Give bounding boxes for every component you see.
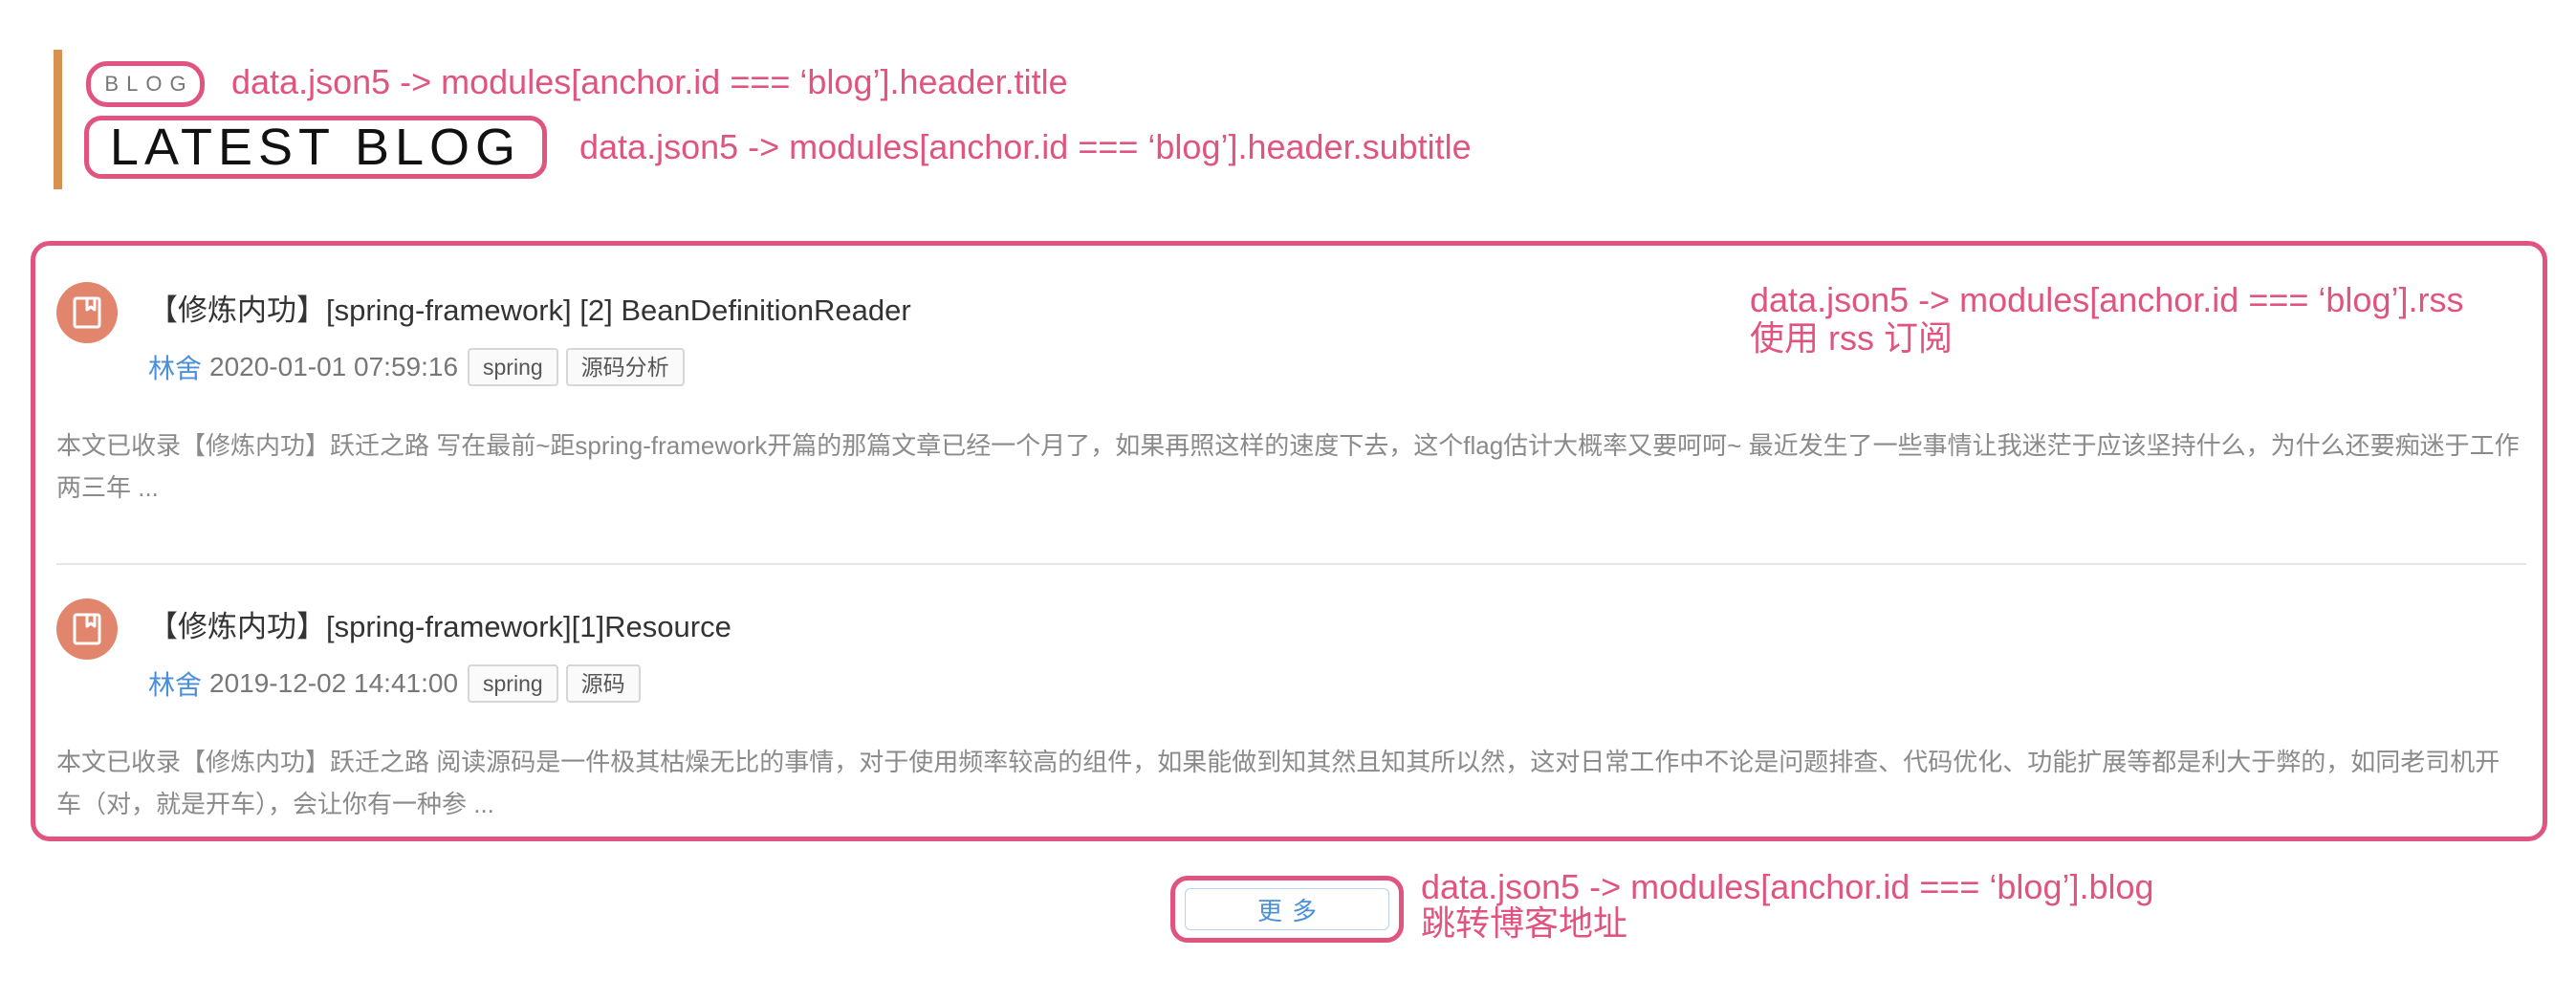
- post-tag[interactable]: 源码: [565, 664, 641, 703]
- more-button[interactable]: 更多: [1185, 888, 1389, 930]
- post-date: 2019-12-02 14:41:00: [209, 668, 459, 698]
- post-date: 2020-01-01 07:59:16: [209, 352, 459, 381]
- bookmark-glyph: [73, 613, 101, 645]
- post-meta: 林舍 2019-12-02 14:41:00 spring 源码: [148, 663, 641, 704]
- annotation-rss-note: 使用 rss 订阅: [1750, 318, 1953, 358]
- post-tag[interactable]: spring: [468, 664, 558, 703]
- annotation-title: data.json5 -> modules[anchor.id === ‘blo…: [579, 127, 1472, 166]
- section-kicker: BLOG: [104, 72, 194, 96]
- post-meta: 林舍 2020-01-01 07:59:16 spring 源码分析: [148, 347, 685, 387]
- post-excerpt: 本文已收录【修炼内功】跃迁之路 写在最前~距spring-framework开篇…: [56, 431, 2520, 502]
- post-title-link[interactable]: 【修炼内功】[spring-framework] [2] BeanDefinit…: [148, 286, 911, 329]
- post-title-link[interactable]: 【修炼内功】[spring-framework][1]Resource: [148, 602, 731, 645]
- more-button-highlight: 更多: [1170, 876, 1404, 943]
- section-accent-bar: [54, 50, 62, 189]
- annotation-rss: data.json5 -> modules[anchor.id === ‘blo…: [1750, 280, 2464, 319]
- section-kicker-highlight: BLOG: [86, 61, 205, 107]
- post-tag[interactable]: spring: [468, 348, 558, 386]
- blog-posts-list: 【修炼内功】[spring-framework] [2] BeanDefinit…: [31, 241, 2547, 841]
- section-title: LATEST BLOG: [109, 119, 522, 176]
- annotation-more-note: 跳转博客地址: [1421, 903, 1628, 943]
- annotation-kicker: data.json5 -> modules[anchor.id === ‘blo…: [231, 62, 1068, 101]
- post-author-link[interactable]: 林舍: [148, 348, 202, 386]
- post-tag[interactable]: 源码分析: [565, 348, 685, 386]
- list-item: 【修炼内功】[spring-framework][1]Resource 林舍 2…: [35, 564, 2543, 880]
- annotation-more: data.json5 -> modules[anchor.id === ‘blo…: [1421, 867, 2154, 906]
- bookmark-glyph: [73, 296, 101, 329]
- post-excerpt: 本文已收录【修炼内功】跃迁之路 阅读源码是一件极其枯燥无比的事情，对于使用频率较…: [56, 748, 2500, 818]
- bookmark-icon: [56, 282, 118, 343]
- post-author-link[interactable]: 林舍: [148, 664, 202, 703]
- bookmark-icon: [56, 598, 118, 660]
- section-title-highlight: LATEST BLOG: [84, 116, 547, 179]
